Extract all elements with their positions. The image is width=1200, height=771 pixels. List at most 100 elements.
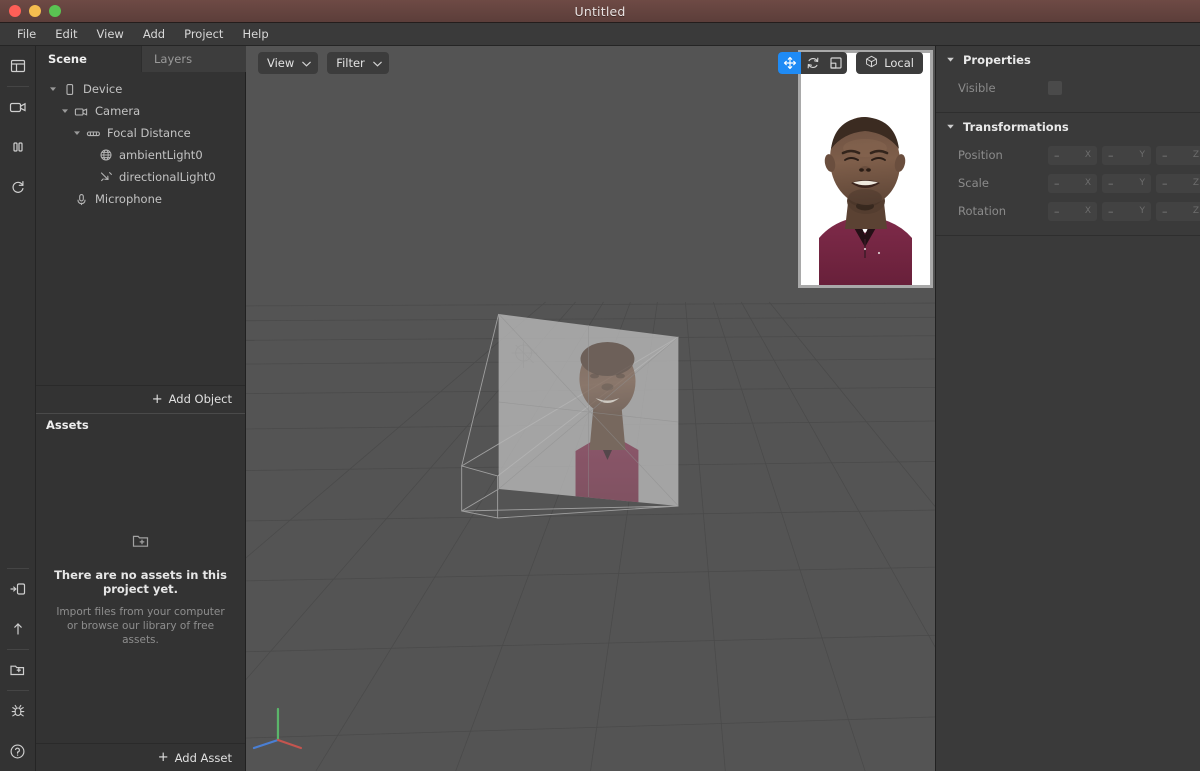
tree-label-directional-light: directionalLight0 [119,170,216,184]
inspector-panel: Properties Visible Transformations Posit… [935,46,1200,771]
tree-label-focal-distance: Focal Distance [107,126,191,140]
rotate-tool-button[interactable] [801,52,824,74]
position-z-axis: Z [1192,150,1199,160]
rotation-row: Rotation – X – Y – Z [936,197,1200,225]
add-object-label: Add Object [168,392,232,406]
tool-rail-bottom [0,568,35,771]
focal-distance-icon [84,127,103,140]
pause-icon[interactable] [0,127,36,167]
scale-z-value: – [1162,176,1168,190]
reload-icon[interactable] [0,167,36,207]
coordinate-space-button[interactable]: Local [856,51,923,74]
tree-item-ambient-light[interactable]: ambientLight0 [36,144,245,166]
send-to-device-icon[interactable] [0,569,36,609]
ambient-light-icon [96,148,115,162]
menu-file[interactable]: File [8,25,45,43]
menu-edit[interactable]: Edit [46,25,86,43]
tree-label-ambient-light: ambientLight0 [119,148,203,162]
position-y-field[interactable]: – Y [1102,145,1151,165]
position-z-field[interactable]: – Z [1156,145,1200,165]
tree-label-device: Device [83,82,123,96]
chevron-down-icon [372,56,382,70]
menu-project[interactable]: Project [175,25,232,43]
scale-x-field[interactable]: – X [1048,173,1097,193]
properties-section-title: Properties [963,53,1031,67]
add-folder-icon[interactable] [0,650,36,690]
video-camera-icon[interactable] [0,87,36,127]
transformations-section-padding [936,225,1200,235]
tree-item-directional-light[interactable]: directionalLight0 [36,166,245,188]
scale-y-field[interactable]: – Y [1102,173,1151,193]
scene-assets-column: Scene Layers Device Camera Focal Distanc… [36,46,248,771]
scale-row: Scale – X – Y – Z [936,169,1200,197]
tab-scene-label: Scene [48,52,87,66]
position-label: Position [958,148,1003,162]
tab-scene[interactable]: Scene [36,46,142,72]
view-dropdown[interactable]: View [258,51,319,74]
rotation-x-field[interactable]: – X [1048,201,1097,221]
add-object-button[interactable]: + Add Object [36,384,245,413]
add-asset-button[interactable]: + Add Asset [36,743,245,771]
move-tool-button[interactable] [778,51,802,74]
rotation-z-field[interactable]: – Z [1156,201,1200,221]
properties-section-header[interactable]: Properties [936,46,1200,74]
preview-camera-feed [801,53,930,285]
device-preview-window[interactable] [798,50,933,288]
chevron-down-icon[interactable] [946,120,955,134]
tree-item-focal-distance[interactable]: Focal Distance [36,122,245,144]
view-dropdown-label: View [267,55,295,70]
rotation-xyz-group: – X – Y – Z [1048,201,1200,221]
properties-section-padding [936,102,1200,112]
chevron-down-icon[interactable] [70,129,84,137]
position-x-field[interactable]: – X [1048,145,1097,165]
assets-empty-state: There are no assets in this project yet.… [36,436,245,743]
position-xyz-group: – X – Y – Z [1048,145,1200,165]
scale-xyz-group: – X – Y – Z [1048,173,1200,193]
scene-viewport[interactable]: View Filter Local [246,46,935,771]
chevron-down-icon[interactable] [58,107,72,115]
position-x-value: – [1054,148,1060,162]
menu-view[interactable]: View [88,25,133,43]
chevron-down-icon [302,56,312,70]
visible-checkbox[interactable] [1048,81,1062,95]
tool-rail [0,46,36,771]
rotation-y-axis: Y [1139,206,1146,216]
camera-icon [72,105,91,118]
scale-label: Scale [958,176,989,190]
device-preview-content [801,53,930,285]
scale-tool-button[interactable] [824,52,847,74]
tree-item-device[interactable]: Device [36,78,245,100]
assets-empty-title: There are no assets in this project yet. [54,568,227,597]
filter-dropdown[interactable]: Filter [327,51,389,74]
rotation-y-field[interactable]: – Y [1102,201,1151,221]
camera-plane[interactable] [498,313,679,507]
rotation-x-axis: X [1084,206,1091,216]
main-body: Scene Layers Device Camera Focal Distanc… [0,46,1200,771]
position-row: Position – X – Y – Z [936,141,1200,169]
transformations-section-title: Transformations [963,120,1069,134]
scale-z-field[interactable]: – Z [1156,173,1200,193]
upload-icon[interactable] [0,609,36,649]
menu-help[interactable]: Help [233,25,277,43]
chevron-down-icon[interactable] [946,53,955,67]
viewport-toolbar-right: Local [778,51,923,74]
coordinate-space-label: Local [884,55,914,70]
menu-add[interactable]: Add [134,25,174,43]
add-asset-label: Add Asset [174,750,232,765]
chevron-down-icon[interactable] [46,85,60,93]
tree-label-microphone: Microphone [95,192,162,206]
tree-item-microphone[interactable]: Microphone [36,188,245,210]
window-title: Untitled [574,3,626,19]
scale-y-value: – [1108,176,1114,190]
tab-layers[interactable]: Layers [142,46,248,72]
help-icon[interactable] [0,731,36,771]
bug-icon[interactable] [0,691,36,731]
transformations-section-header[interactable]: Transformations [936,113,1200,141]
axis-gizmo[interactable] [252,707,303,750]
inspector-divider-2 [936,235,1200,236]
tree-item-camera[interactable]: Camera [36,100,245,122]
rotation-z-value: – [1162,204,1168,218]
tree-label-camera: Camera [95,104,141,118]
layout-panels-icon[interactable] [0,46,36,86]
tab-layers-label: Layers [154,52,193,66]
